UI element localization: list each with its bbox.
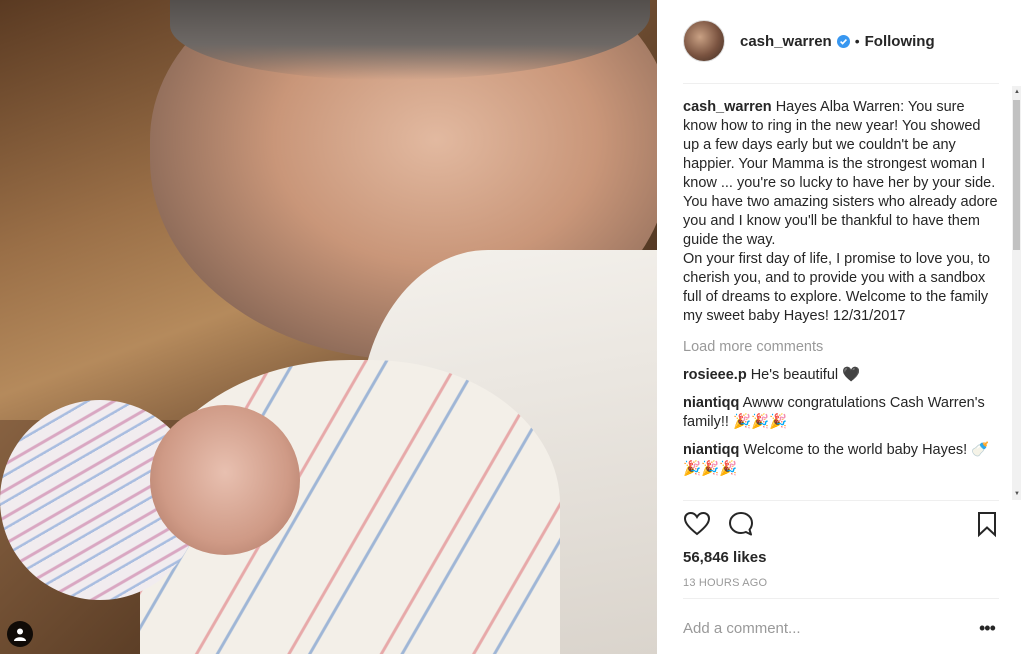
bookmark-icon[interactable] bbox=[973, 510, 1001, 538]
header-username[interactable]: cash_warren bbox=[740, 33, 832, 50]
header-divider bbox=[683, 83, 999, 84]
list-item: niantiqq Welcome to the world baby Hayes… bbox=[683, 441, 999, 479]
scroll-up-arrow-icon[interactable]: ▲ bbox=[1014, 89, 1020, 95]
more-options-button[interactable]: ••• bbox=[979, 618, 996, 639]
post-header: cash_warren • Following bbox=[683, 17, 999, 65]
user-tag-icon[interactable] bbox=[7, 621, 33, 647]
add-comment-input[interactable]: Add a comment... bbox=[683, 620, 973, 637]
comment-username[interactable]: rosieee.p bbox=[683, 367, 747, 383]
comment-text: He's beautiful 🖤 bbox=[750, 367, 861, 383]
comment-username[interactable]: niantiqq bbox=[683, 442, 739, 458]
verified-badge-icon bbox=[836, 34, 850, 48]
baby-face bbox=[150, 405, 300, 555]
comment-icon[interactable] bbox=[727, 510, 755, 538]
post-photo[interactable] bbox=[0, 0, 657, 654]
list-item: niantiqq Awww congratulations Cash Warre… bbox=[683, 394, 999, 432]
following-button[interactable]: Following bbox=[865, 33, 935, 50]
likes-count[interactable]: 56,846 likes bbox=[683, 549, 766, 566]
caption-text-2: On your first day of life, I promise to … bbox=[683, 251, 991, 324]
separator-dot: • bbox=[854, 33, 860, 49]
comments-list: cash_warren Hayes Alba Warren: You sure … bbox=[683, 96, 999, 500]
list-item: rosieee.p He's beautiful 🖤 bbox=[683, 366, 999, 385]
action-bar bbox=[683, 510, 999, 540]
caption: cash_warren Hayes Alba Warren: You sure … bbox=[683, 98, 999, 326]
post-side-panel: cash_warren • Following cash_warren Haye… bbox=[657, 0, 1021, 654]
heart-icon[interactable] bbox=[683, 510, 711, 538]
comment-input-divider bbox=[683, 598, 999, 599]
post-timestamp[interactable]: 13 HOURS AGO bbox=[683, 577, 767, 589]
scrollbar-thumb[interactable] bbox=[1013, 100, 1020, 250]
load-more-comments-link[interactable]: Load more comments bbox=[683, 338, 999, 357]
caption-username[interactable]: cash_warren bbox=[683, 99, 772, 115]
comments-scrollbar[interactable]: ▲ ▼ bbox=[1012, 86, 1021, 500]
avatar[interactable] bbox=[683, 20, 725, 62]
comment-username[interactable]: niantiqq bbox=[683, 395, 739, 411]
scroll-down-arrow-icon[interactable]: ▼ bbox=[1014, 491, 1020, 497]
actions-divider bbox=[683, 500, 999, 501]
caption-text-1: Hayes Alba Warren: You sure know how to … bbox=[683, 99, 998, 248]
